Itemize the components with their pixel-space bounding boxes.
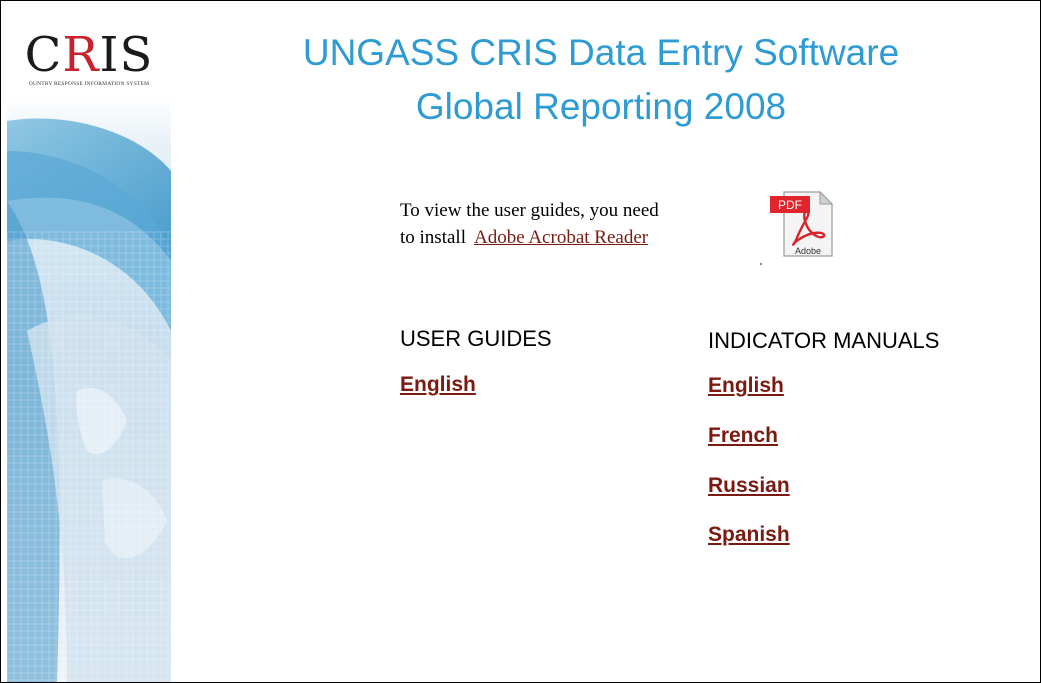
page-subtitle: Global Reporting 2008	[415, 86, 787, 127]
manual-spanish-link[interactable]: Spanish	[708, 523, 790, 547]
cris-logo: CRIS OUNTRY RESPONSE INFORMATION SYSTEM	[7, 27, 171, 97]
pdf-icon-caption: Adobe	[795, 246, 821, 256]
install-note: To view the user guides, you need to ins…	[400, 197, 659, 251]
globe-background-art	[7, 118, 171, 682]
manual-english-link[interactable]: English	[708, 374, 784, 398]
user-guides-heading: USER GUIDES	[400, 326, 552, 351]
user-guide-english-link[interactable]: English	[400, 373, 476, 397]
indicator-manuals-heading: INDICATOR MANUALS	[708, 328, 940, 353]
install-note-line1: To view the user guides, you need	[400, 200, 659, 221]
install-note-prefix: to install	[400, 227, 466, 248]
logo-wordmark: CRIS	[7, 27, 171, 83]
page-frame: CRIS OUNTRY RESPONSE INFORMATION SYSTEM …	[0, 0, 1041, 683]
logo-subtitle: OUNTRY RESPONSE INFORMATION SYSTEM	[28, 81, 150, 87]
sidebar-decoration: CRIS OUNTRY RESPONSE INFORMATION SYSTEM	[7, 1, 171, 682]
install-note-line2: to install Adobe Acrobat Reader	[400, 224, 659, 251]
manual-french-link[interactable]: French	[708, 424, 778, 448]
pdf-adobe-icon[interactable]: PDF Adobe	[766, 184, 842, 260]
logo-letters-is: IS	[99, 27, 154, 83]
manual-russian-link[interactable]: Russian	[708, 474, 790, 498]
logo-letter-c: C	[24, 27, 63, 83]
pdf-badge-text: PDF	[778, 198, 802, 212]
note-dot	[760, 263, 762, 265]
page-title: UNGASS CRIS Data Entry Software	[302, 32, 900, 73]
adobe-reader-link[interactable]: Adobe Acrobat Reader	[474, 227, 648, 248]
logo-letter-r: R	[62, 27, 100, 83]
